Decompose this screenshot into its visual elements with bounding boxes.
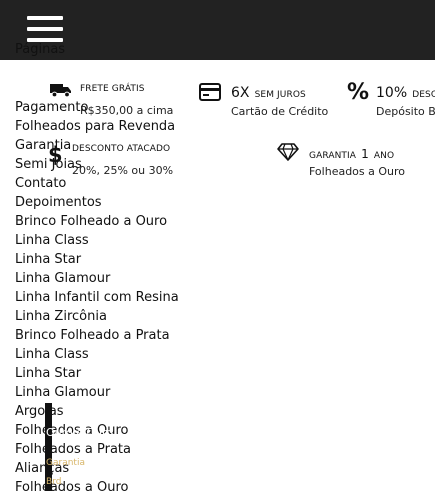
menu-item[interactable]: Folheados a Ouro [15, 478, 179, 497]
feature-subtitle: Depósito Ba [376, 105, 435, 118]
feature-subtitle: R$350,00 a cima [80, 104, 174, 117]
menu-item[interactable]: Linha Class [15, 231, 179, 250]
menu-item[interactable]: Depoimentos [15, 193, 179, 212]
menu-heading: Páginas [15, 42, 66, 57]
feature-atacado: $ Desconto Atacado 20%, 25% ou 30% [48, 140, 183, 182]
feature-title-small: sem juros [254, 90, 306, 100]
hamburger-line [27, 16, 63, 20]
feature-frete: Frete grátis R$350,00 a cima [50, 80, 180, 120]
hamburger-icon[interactable] [27, 14, 63, 44]
feature-title-small: ano [373, 151, 395, 161]
feature-title: Garantia 1 ano [309, 143, 394, 162]
menu-item[interactable]: Argolas [15, 402, 179, 421]
feature-title: Frete grátis [80, 84, 145, 94]
diamond-icon [277, 143, 299, 161]
menu-item[interactable]: Linha Glamour [15, 269, 179, 288]
dollar-icon: $ [48, 143, 63, 167]
site-header [0, 0, 435, 60]
menu-item[interactable]: Folheados a Prata [15, 440, 179, 459]
feature-parcelas: 6X sem juros Cartão de Crédito [199, 80, 339, 122]
menu-item[interactable]: Alianças [15, 459, 179, 478]
feature-title: Desconto Atacado [72, 144, 171, 154]
feature-title-small: desco [412, 90, 435, 100]
percent-icon: % [347, 80, 370, 105]
feature-subtitle: Cartão de Crédito [231, 105, 329, 118]
truck-icon [50, 84, 71, 98]
footer-overlay-link[interactable]: Brd [46, 477, 61, 487]
menu-item[interactable]: Brinco Folheado a Prata [15, 326, 179, 345]
footer-overlay-text: Ouro e Ouro [46, 426, 114, 439]
menu-item[interactable]: Linha Class [15, 345, 179, 364]
menu-item[interactable]: Linha Zircônia [15, 307, 179, 326]
feature-title-small: Garantia [309, 151, 357, 161]
menu-item[interactable]: Linha Star [15, 364, 179, 383]
feature-title-big: 6X [231, 85, 250, 101]
feature-garantia: Garantia 1 ano Folheados a Ouro [276, 140, 416, 182]
menu-item[interactable]: Brinco Folheado a Ouro [15, 212, 179, 231]
feature-subtitle: Folheados a Ouro [309, 165, 406, 178]
feature-title: 6X sem juros [231, 82, 306, 101]
credit-card-icon [199, 83, 221, 101]
menu-item[interactable]: Linha Infantil com Resina [15, 288, 179, 307]
menu-item[interactable]: Linha Glamour [15, 383, 179, 402]
feature-desconto-pct: % 10% desco Depósito Ba [347, 80, 435, 122]
feature-title: 10% desco [376, 82, 435, 101]
feature-title-big: 10% [376, 85, 408, 101]
hamburger-line [27, 27, 63, 31]
menu-item[interactable]: Linha Star [15, 250, 179, 269]
footer-overlay-link[interactable]: Garantia [46, 458, 85, 468]
feature-subtitle: 20%, 25% ou 30% [72, 164, 174, 177]
feature-title-big: 1 [361, 147, 369, 161]
